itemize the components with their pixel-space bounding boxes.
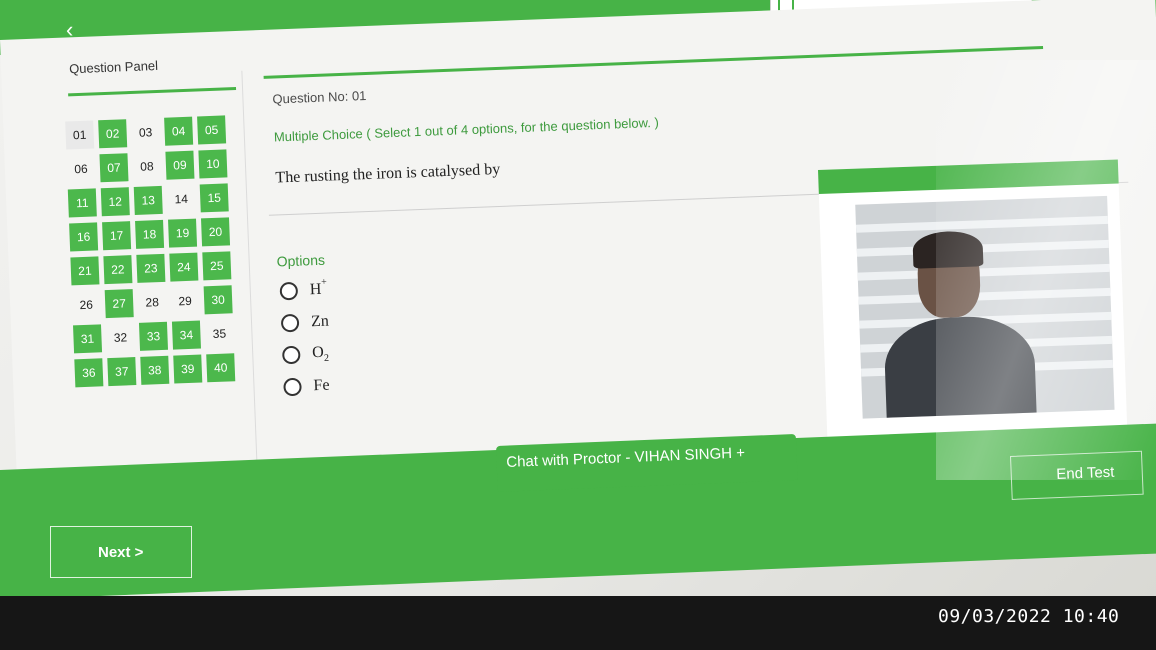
- question-nav-15[interactable]: 15: [199, 183, 229, 213]
- question-nav-34[interactable]: 34: [171, 320, 201, 350]
- question-panel-underline: [68, 86, 237, 97]
- question-nav-04[interactable]: 04: [164, 116, 194, 146]
- question-nav-17[interactable]: 17: [102, 221, 132, 251]
- question-nav-08[interactable]: 08: [132, 152, 161, 181]
- end-test-label: End Test: [1056, 463, 1115, 483]
- question-nav-35[interactable]: 35: [205, 319, 234, 348]
- question-nav-33[interactable]: 33: [138, 321, 169, 351]
- question-type: Multiple Choice ( Select 1 out of 4 opti…: [273, 114, 660, 145]
- question-nav-03[interactable]: 03: [131, 118, 160, 147]
- question-nav-11[interactable]: 11: [67, 188, 97, 218]
- question-nav-14[interactable]: 14: [167, 185, 196, 214]
- question-header-line: [263, 45, 1044, 79]
- option-4[interactable]: Fe: [283, 374, 330, 400]
- question-grid: 01 02 03 04 05 06 07 08 09 10 11 12 13 14 15 16 17 18 19 20…: [65, 115, 236, 388]
- radio-button-icon[interactable]: [281, 345, 301, 365]
- radio-button-icon[interactable]: [283, 377, 302, 397]
- question-nav-31[interactable]: 31: [73, 324, 103, 354]
- panel-divider: [241, 70, 259, 501]
- question-number: Question No: 01: [272, 87, 367, 107]
- question-nav-37[interactable]: 37: [107, 357, 137, 387]
- question-nav-01[interactable]: 01: [65, 120, 95, 150]
- question-nav-38[interactable]: 38: [140, 355, 170, 385]
- question-nav-28[interactable]: 28: [138, 288, 167, 317]
- window-blind: [857, 263, 1110, 281]
- question-nav-25[interactable]: 25: [202, 251, 232, 281]
- radio-button-icon[interactable]: [279, 281, 299, 301]
- question-nav-02[interactable]: 02: [98, 119, 128, 149]
- question-panel-title: Question Panel: [68, 57, 159, 77]
- window-blind: [855, 215, 1109, 233]
- person-hair: [912, 230, 984, 269]
- photo-timestamp: 09/03/2022 10:40: [938, 606, 1120, 627]
- question-nav-10[interactable]: 10: [198, 149, 228, 179]
- question-nav-21[interactable]: 21: [70, 256, 100, 286]
- question-nav-18[interactable]: 18: [135, 219, 165, 249]
- option-2[interactable]: Zn: [280, 310, 330, 336]
- question-nav-12[interactable]: 12: [100, 187, 130, 217]
- next-label: Next >: [98, 544, 144, 561]
- question-nav-23[interactable]: 23: [136, 253, 166, 283]
- options-label: Options: [276, 251, 326, 270]
- option-text: O2: [311, 343, 330, 364]
- question-nav-13[interactable]: 13: [133, 185, 163, 215]
- question-nav-30[interactable]: 30: [203, 285, 233, 315]
- option-text: H+: [309, 276, 327, 299]
- window-blind: [858, 287, 1111, 305]
- question-nav-05[interactable]: 05: [197, 115, 227, 145]
- question-nav-39[interactable]: 39: [173, 354, 203, 384]
- question-nav-40[interactable]: 40: [206, 353, 236, 383]
- person-body: [883, 314, 1038, 419]
- option-1[interactable]: H+: [279, 276, 327, 304]
- question-nav-16[interactable]: 16: [69, 222, 99, 252]
- proctor-webcam-panel: [818, 159, 1128, 450]
- radio-button-icon[interactable]: [280, 313, 300, 333]
- webcam-video: [855, 195, 1115, 419]
- option-text: Fe: [313, 376, 330, 395]
- question-nav-22[interactable]: 22: [103, 255, 133, 285]
- question-nav-29[interactable]: 29: [171, 287, 200, 316]
- question-nav-06[interactable]: 06: [66, 154, 95, 183]
- question-text: The rusting the iron is catalysed by: [275, 160, 501, 187]
- question-nav-32[interactable]: 32: [106, 323, 135, 352]
- question-nav-07[interactable]: 07: [99, 153, 129, 183]
- option-text: Zn: [310, 312, 330, 331]
- question-nav-24[interactable]: 24: [169, 252, 199, 282]
- question-nav-19[interactable]: 19: [168, 218, 198, 248]
- question-nav-27[interactable]: 27: [104, 289, 134, 319]
- exam-screen: ‹ Question Panel 01 02 03 04 05 06 07 08 09 10 11 1…: [0, 0, 1156, 600]
- question-nav-36[interactable]: 36: [74, 358, 104, 388]
- question-nav-26[interactable]: 26: [72, 290, 101, 319]
- question-nav-09[interactable]: 09: [165, 150, 195, 180]
- option-3[interactable]: O2: [281, 342, 330, 368]
- question-nav-20[interactable]: 20: [200, 217, 231, 247]
